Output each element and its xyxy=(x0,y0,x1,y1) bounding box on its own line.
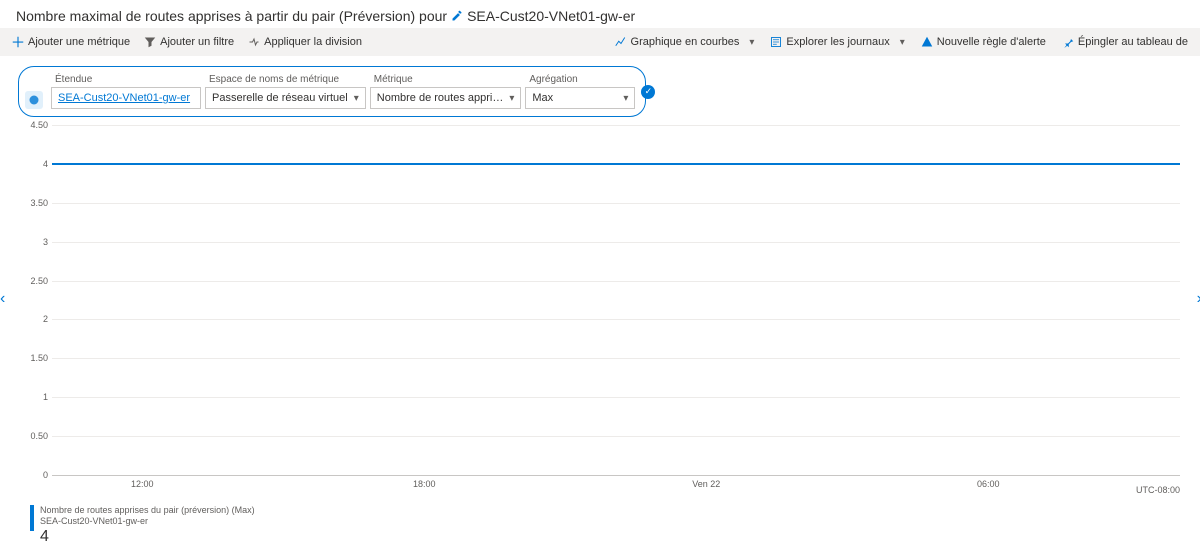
gridline xyxy=(52,475,1180,476)
new-alert-button[interactable]: Nouvelle règle d'alerte xyxy=(921,36,1046,48)
namespace-selector[interactable]: Passerelle de réseau virtuel ▾ xyxy=(205,87,366,109)
toolbar: Ajouter une métrique Ajouter un filtre A… xyxy=(0,28,1200,56)
metric-config-pill: Étendue SEA-Cust20-VNet01-gw-er Espace d… xyxy=(18,66,646,117)
x-tick-label: 06:00 xyxy=(977,479,1000,489)
legend-series-name: Nombre de routes apprises du pair (préve… xyxy=(40,505,255,516)
y-tick-label: 4.50 xyxy=(30,120,48,130)
pin-dashboard-button[interactable]: Épingler au tableau de xyxy=(1062,36,1188,48)
chart-area: 4.5043.5032.5021.5010.500 12:0018:00Ven … xyxy=(20,125,1180,495)
split-icon xyxy=(248,36,260,48)
gridline xyxy=(52,203,1180,204)
page-title: Nombre maximal de routes apprises à part… xyxy=(0,0,1200,28)
chevron-down-icon: ▾ xyxy=(617,93,628,104)
x-tick-label: 12:00 xyxy=(131,479,154,489)
pin-icon xyxy=(1062,36,1074,48)
chevron-down-icon: ▾ xyxy=(503,93,514,104)
metric-selector[interactable]: Nombre de routes appri… ▾ xyxy=(370,87,522,109)
chart-legend: Nombre de routes apprises du pair (préve… xyxy=(30,505,1200,546)
resource-icon xyxy=(25,91,43,109)
y-tick-label: 0 xyxy=(43,470,48,480)
add-metric-button[interactable]: Ajouter une métrique xyxy=(12,36,130,48)
metric-label: Métrique xyxy=(370,74,522,85)
y-tick-label: 4 xyxy=(43,159,48,169)
y-tick-label: 1 xyxy=(43,392,48,402)
namespace-label: Espace de noms de métrique xyxy=(205,74,366,85)
y-tick-label: 0.50 xyxy=(30,431,48,441)
alert-icon xyxy=(921,36,933,48)
drill-logs-button[interactable]: Explorer les journaux ▾ xyxy=(770,36,904,48)
chevron-down-icon: ▾ xyxy=(743,37,754,48)
filter-icon xyxy=(144,36,156,48)
gridline xyxy=(52,242,1180,243)
logs-icon xyxy=(770,36,782,48)
add-metric-icon xyxy=(12,36,24,48)
edit-icon xyxy=(451,10,463,22)
y-tick-label: 3 xyxy=(43,237,48,247)
gridline xyxy=(52,281,1180,282)
gridline xyxy=(52,358,1180,359)
y-tick-label: 3.50 xyxy=(30,198,48,208)
aggregation-label: Agrégation xyxy=(525,74,635,85)
confirm-check-icon[interactable]: ✓ xyxy=(641,85,655,99)
chevron-down-icon: ▾ xyxy=(348,93,359,104)
chart-prev-button[interactable]: ‹ xyxy=(0,290,5,308)
line-chart-icon xyxy=(615,36,627,48)
title-resource: SEA-Cust20-VNet01-gw-er xyxy=(467,8,635,24)
gridline xyxy=(52,125,1180,126)
chevron-down-icon: ▾ xyxy=(894,37,905,48)
y-tick-label: 2.50 xyxy=(30,276,48,286)
gridline xyxy=(52,319,1180,320)
chart-type-dropdown[interactable]: Graphique en courbes ▾ xyxy=(615,36,755,48)
scope-label: Étendue xyxy=(51,74,201,85)
title-prefix: Nombre maximal de routes apprises à part… xyxy=(16,8,447,24)
add-filter-button[interactable]: Ajouter un filtre xyxy=(144,36,234,48)
aggregation-selector[interactable]: Max ▾ xyxy=(525,87,635,109)
apply-split-button[interactable]: Appliquer la division xyxy=(248,36,362,48)
x-tick-label: 18:00 xyxy=(413,479,436,489)
legend-resource-name: SEA-Cust20-VNet01-gw-er xyxy=(40,516,255,527)
gridline xyxy=(52,436,1180,437)
y-tick-label: 2 xyxy=(43,314,48,324)
y-tick-label: 1.50 xyxy=(30,353,48,363)
x-tick-label: Ven 22 xyxy=(692,479,720,489)
legend-value: 4 xyxy=(40,527,255,546)
scope-selector[interactable]: SEA-Cust20-VNet01-gw-er xyxy=(51,87,201,109)
legend-color-swatch xyxy=(30,505,34,531)
gridline xyxy=(52,397,1180,398)
y-axis: 4.5043.5032.5021.5010.500 xyxy=(20,125,50,475)
chart-grid xyxy=(52,125,1180,475)
x-axis: 12:00 18:00 Ven 22 06:00 xyxy=(52,479,1180,495)
data-series-line xyxy=(52,163,1180,165)
timezone-label: UTC-08:00 xyxy=(1136,485,1180,495)
